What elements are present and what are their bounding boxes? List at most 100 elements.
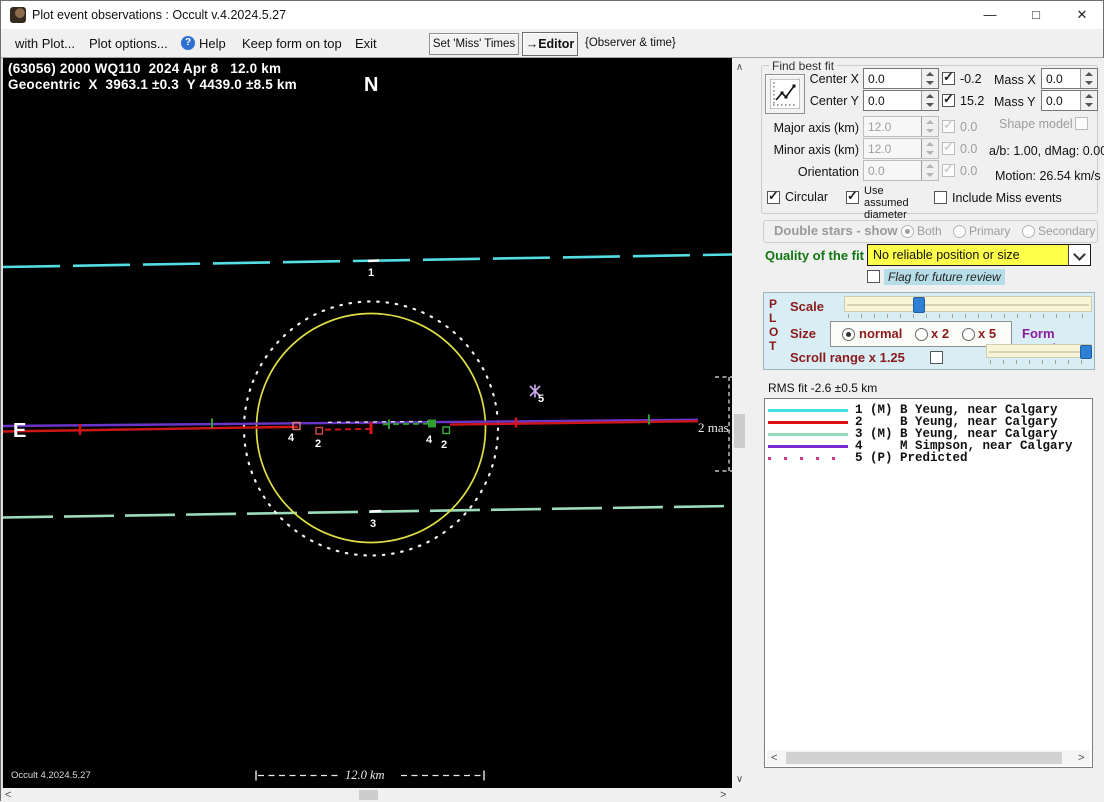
menu-with-plot[interactable]: with Plot... <box>15 36 75 51</box>
menu-help[interactable]: Help <box>199 36 226 51</box>
scale-slider-thumb[interactable] <box>913 297 925 313</box>
form-opacity-ticks <box>990 360 1090 364</box>
plot-letter-t: T <box>769 339 777 353</box>
center-y-spinner[interactable]: 0.0 <box>863 90 939 111</box>
mass-y-down-icon[interactable] <box>1081 101 1097 111</box>
scroll-down-icon[interactable]: ∨ <box>734 775 745 785</box>
scale-slider[interactable] <box>844 296 1092 313</box>
legend-line-4 <box>768 445 848 448</box>
plot-header-line2: Geocentric X 3963.1 ±0.3 Y 4439.0 ±8.5 k… <box>8 77 297 92</box>
mass-x-down-icon[interactable] <box>1081 79 1097 89</box>
app-window: Plot event observations : Occult v.4.202… <box>0 0 1104 802</box>
scroll-left-icon[interactable]: < <box>5 790 11 801</box>
mass-y-spinner[interactable]: 0.0 <box>1041 90 1098 111</box>
offset-y-checkbox[interactable]: ✓ <box>942 91 955 107</box>
title-bar: Plot event observations : Occult v.4.202… <box>1 1 1103 29</box>
vertical-scroll-thumb[interactable] <box>734 414 745 448</box>
mass-x-up-icon[interactable] <box>1081 69 1097 79</box>
orient-unc-checkbox: ✓ <box>942 161 955 177</box>
include-miss-label: Include Miss events <box>952 191 1062 205</box>
menu-keep-on-top[interactable]: Keep form on top <box>242 36 342 51</box>
center-y-down-icon[interactable] <box>922 101 938 111</box>
form-opacity-slider-thumb[interactable] <box>1080 345 1092 359</box>
offset-y-label: 15.2 <box>960 94 985 108</box>
menu-bar: with Plot... Plot options... ? Help Keep… <box>1 29 1103 58</box>
legend-line-3 <box>768 433 848 436</box>
plot-letter-p: P <box>769 297 778 311</box>
maximize-button[interactable]: □ <box>1013 1 1059 29</box>
north-label: N <box>364 74 379 96</box>
scroll-range-checkbox[interactable] <box>930 351 943 364</box>
plot-vertical-scrollbar[interactable]: ∧ ∨ <box>732 58 747 788</box>
minor-axis-label: Minor axis (km) <box>773 143 859 157</box>
minor-axis-spinner: 12.0 <box>863 138 939 159</box>
event-square-2-right <box>442 426 451 435</box>
form-opacity-slider[interactable] <box>986 344 1092 359</box>
scroll-up-icon[interactable]: ∧ <box>734 63 745 73</box>
chord-2-line-left <box>3 425 299 433</box>
size-normal-label: normal <box>859 326 903 341</box>
mass-y-up-icon[interactable] <box>1081 91 1097 101</box>
center-y-label: Center Y <box>809 94 859 108</box>
minor-unc-label: 0.0 <box>960 142 978 156</box>
center-x-value: 0.0 <box>868 72 885 86</box>
scalebar-label: 12.0 km <box>342 768 388 783</box>
size-x5-radio[interactable] <box>962 328 975 341</box>
find-best-fit-label: Find best fit <box>769 59 838 73</box>
include-miss-checkbox[interactable] <box>934 191 947 204</box>
event-4-right-label: 4 <box>426 434 433 446</box>
ab-dmag-label: a/b: 1.00, dMag: 0.00 <box>989 144 1104 158</box>
quality-value: No reliable position or size <box>873 248 1020 262</box>
minimize-button[interactable]: — <box>967 1 1013 29</box>
orientation-label: Orientation <box>797 165 859 179</box>
app-icon <box>10 7 26 23</box>
minor-unc-checkbox: ✓ <box>942 139 955 155</box>
event-4-left-label: 4 <box>288 432 295 444</box>
window-title: Plot event observations : Occult v.4.202… <box>32 8 287 22</box>
menu-exit[interactable]: Exit <box>355 36 377 51</box>
flag-review-label: Flag for future review <box>884 269 1005 285</box>
scroll-range-label: Scroll range x 1.25 <box>790 350 905 365</box>
center-x-down-icon[interactable] <box>922 79 938 89</box>
legend-scroll-right-icon[interactable]: > <box>1078 753 1084 764</box>
menu-plot-options[interactable]: Plot options... <box>89 36 168 51</box>
size-normal-radio[interactable] <box>842 328 855 341</box>
quality-label: Quality of the fit <box>765 248 864 263</box>
scroll-right-icon[interactable]: > <box>720 790 726 801</box>
center-x-up-icon[interactable] <box>922 69 938 79</box>
double-stars-label: Double stars - show <box>774 223 898 238</box>
plot-canvas[interactable]: (63056) 2000 WQ110 2024 Apr 8 12.0 km Ge… <box>1 58 732 788</box>
flag-review-checkbox[interactable] <box>867 270 880 283</box>
major-axis-label: Major axis (km) <box>773 121 859 135</box>
offset-x-checkbox[interactable]: ✓ <box>942 69 955 85</box>
chord-1-label: 1 <box>368 267 375 279</box>
circular-checkbox[interactable]: ✓ <box>767 188 780 204</box>
legend-entry-5[interactable]: 5 (P) Predicted <box>855 451 968 465</box>
double-stars-both-label: Both <box>917 224 942 238</box>
orientation-value: 0.0 <box>868 164 885 178</box>
chord-3-line <box>3 504 732 519</box>
center-y-value: 0.0 <box>868 94 885 108</box>
chord-1-line <box>3 253 732 269</box>
event-2-left-label: 2 <box>315 438 322 450</box>
offset-x-label: -0.2 <box>960 72 982 86</box>
editor-button[interactable]: →Editor <box>522 32 578 56</box>
legend-scrollbar[interactable]: < > <box>767 750 1090 766</box>
center-y-up-icon[interactable] <box>922 91 938 101</box>
assumed-diameter-checkbox[interactable]: ✓ <box>846 188 859 204</box>
event-square-2-left <box>315 426 324 435</box>
observer-time-label[interactable]: {Observer & time} <box>585 37 676 49</box>
size-x2-radio[interactable] <box>915 328 928 341</box>
set-miss-times-button[interactable]: Set 'Miss' Times <box>429 33 519 55</box>
close-icon: ✕ <box>1076 7 1088 22</box>
quality-dropdown[interactable]: No reliable position or size <box>867 244 1091 266</box>
legend-scroll-left-icon[interactable]: < <box>771 753 777 764</box>
mass-x-spinner[interactable]: 0.0 <box>1041 68 1098 89</box>
plot-horizontal-scrollbar[interactable]: < > <box>1 788 747 802</box>
horizontal-scroll-thumb[interactable] <box>359 790 378 800</box>
chord-3-midmark <box>369 509 382 513</box>
legend-scroll-thumb[interactable] <box>786 752 1062 764</box>
close-button[interactable]: ✕ <box>1059 1 1104 29</box>
orient-unc-label: 0.0 <box>960 164 978 178</box>
center-x-spinner[interactable]: 0.0 <box>863 68 939 89</box>
